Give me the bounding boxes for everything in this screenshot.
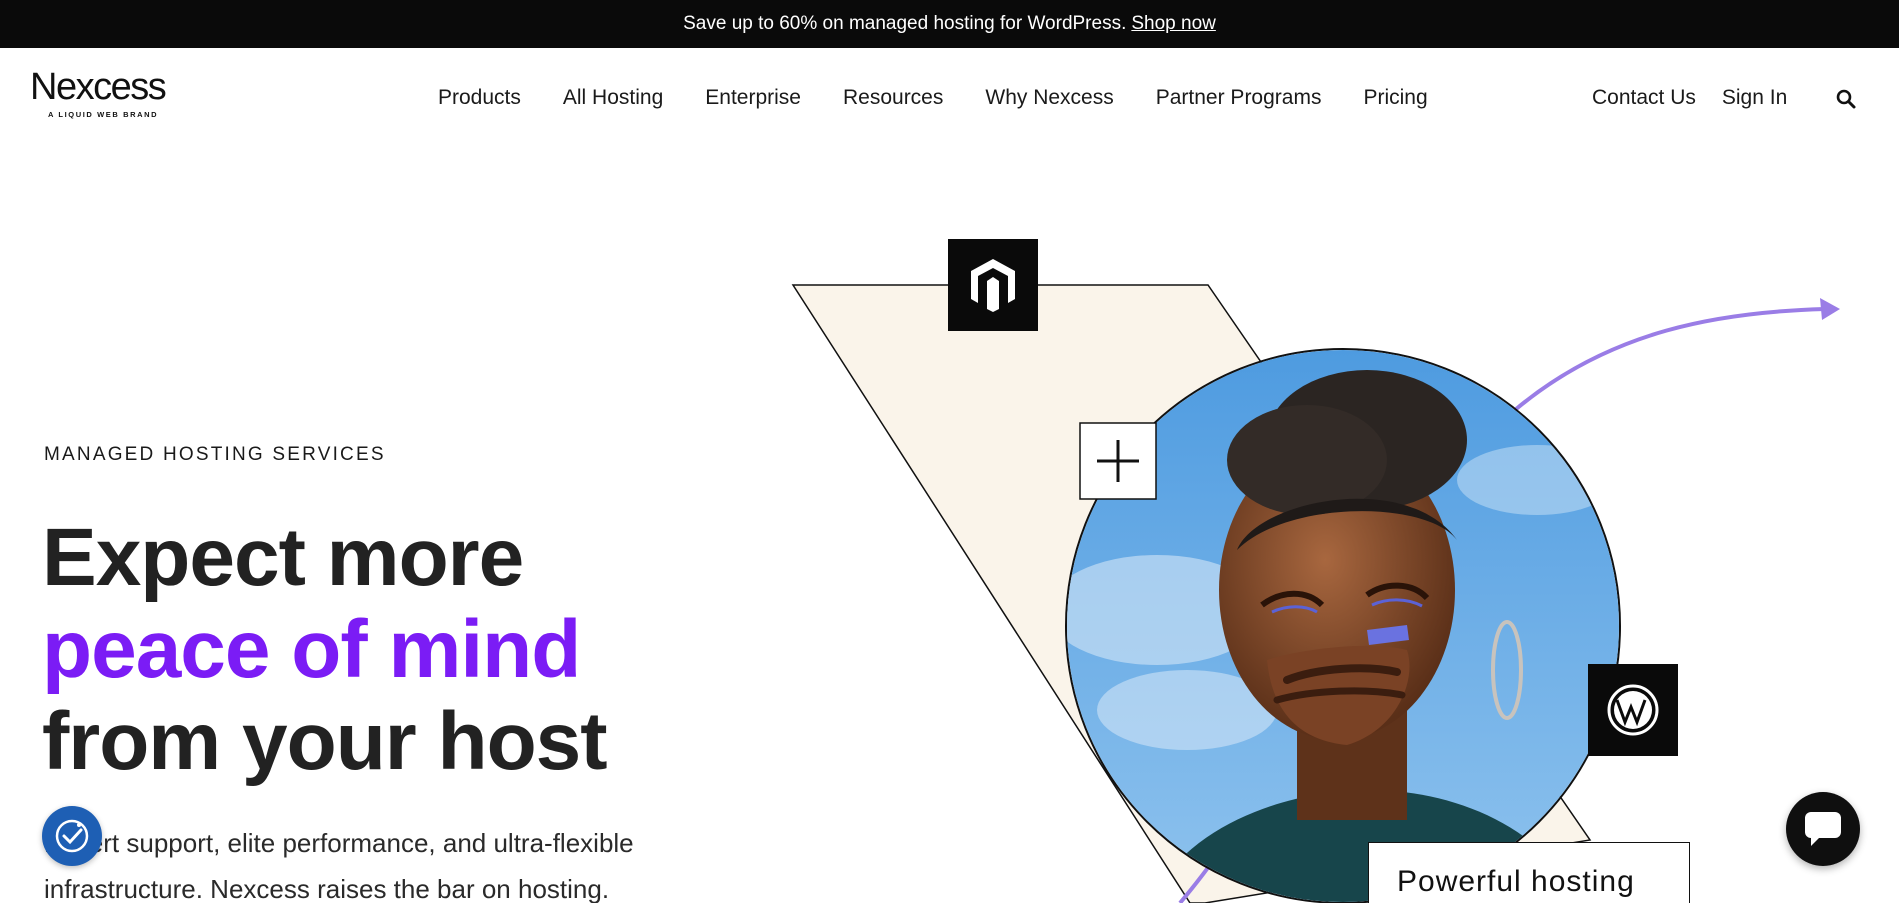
hero-eyebrow: MANAGED HOSTING SERVICES — [44, 444, 386, 465]
nav-enterprise[interactable]: Enterprise — [705, 86, 801, 110]
headline-line-3: from your host — [42, 696, 608, 787]
magento-icon — [971, 259, 1015, 312]
tag-card-label: Powerful hosting — [1397, 865, 1635, 898]
headline-line-2: peace of mind — [42, 604, 581, 695]
headline-line-1: Expect more — [42, 512, 524, 603]
wordpress-icon — [1607, 684, 1659, 736]
purple-arrow-curve — [1513, 307, 1826, 412]
search-icon[interactable] — [1835, 88, 1857, 110]
accessibility-button[interactable] — [42, 806, 102, 866]
shop-now-link[interactable]: Shop now — [1131, 13, 1216, 35]
hero-headline: Expect more peace of mind from your host — [42, 512, 608, 788]
nav-products[interactable]: Products — [438, 86, 521, 110]
hero-description: Expert support, elite performance, and u… — [44, 828, 634, 903]
nav-contact-us[interactable]: Contact Us — [1592, 86, 1696, 110]
promo-bar: Save up to 60% on managed hosting for Wo… — [0, 0, 1899, 48]
utility-nav: Contact Us Sign In — [1592, 86, 1813, 110]
chat-button[interactable] — [1786, 792, 1860, 866]
accessibility-icon — [55, 819, 89, 853]
nexcess-logo[interactable]: Nexcess A LIQUID WEB BRAND — [30, 68, 190, 120]
hero-photo — [1065, 348, 1621, 903]
nav-all-hosting[interactable]: All Hosting — [563, 86, 663, 110]
logo-tagline: A LIQUID WEB BRAND — [48, 110, 159, 119]
smiling-woman-illustration — [1067, 350, 1619, 902]
nav-why-nexcess[interactable]: Why Nexcess — [985, 86, 1113, 110]
main-nav: Products All Hosting Enterprise Resource… — [438, 86, 1428, 110]
promo-text: Save up to 60% on managed hosting for Wo… — [683, 13, 1127, 34]
powerful-hosting-card: Powerful hosting — [1368, 842, 1690, 903]
nav-resources[interactable]: Resources — [843, 86, 943, 110]
chat-icon — [1805, 812, 1841, 846]
nav-pricing[interactable]: Pricing — [1363, 86, 1427, 110]
purple-arrow-head — [1820, 298, 1840, 320]
logo-wordmark: Nexcess — [30, 66, 167, 108]
magento-badge — [948, 239, 1038, 331]
site-header: Nexcess A LIQUID WEB BRAND Products All … — [0, 48, 1899, 150]
nav-partner-programs[interactable]: Partner Programs — [1156, 86, 1322, 110]
nav-sign-in[interactable]: Sign In — [1722, 86, 1787, 110]
